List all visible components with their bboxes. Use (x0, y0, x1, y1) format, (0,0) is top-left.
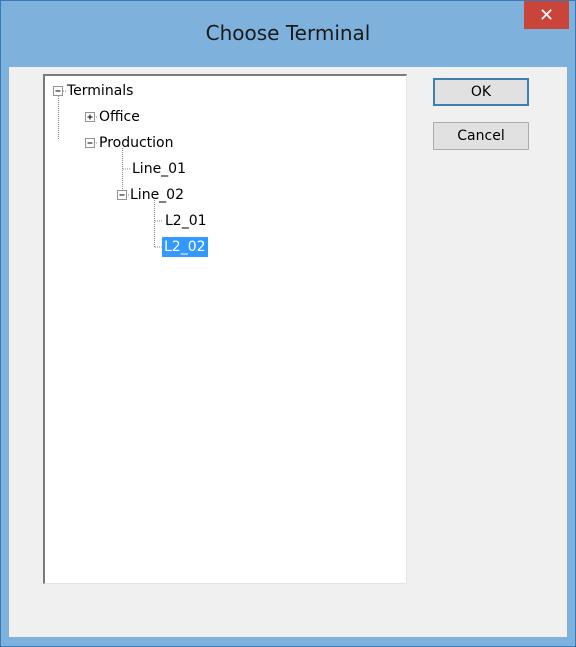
tree-node-terminals[interactable]: Terminals (65, 81, 135, 101)
tree-node-office[interactable]: Office (97, 107, 142, 127)
tree-node-l2-01[interactable]: L2_01 (163, 211, 209, 231)
ok-button[interactable]: OK (433, 78, 529, 106)
dialog-window: Choose Terminal ✕ Terminals Office Produ… (0, 0, 576, 647)
dialog-body: Terminals Office Production Line_01 Line… (9, 67, 567, 637)
terminal-tree[interactable]: Terminals Office Production Line_01 Line… (43, 74, 407, 584)
tree-node-line-02[interactable]: Line_02 (128, 185, 186, 205)
tree-node-production[interactable]: Production (97, 133, 175, 153)
tree-node-l2-02[interactable]: L2_02 (162, 237, 208, 257)
close-icon: ✕ (538, 4, 555, 26)
cancel-button[interactable]: Cancel (433, 122, 529, 150)
tree-node-line-01[interactable]: Line_01 (130, 159, 188, 179)
close-button[interactable]: ✕ (524, 1, 569, 29)
dialog-title: Choose Terminal (205, 21, 371, 45)
title-bar[interactable]: Choose Terminal ✕ (1, 1, 575, 67)
